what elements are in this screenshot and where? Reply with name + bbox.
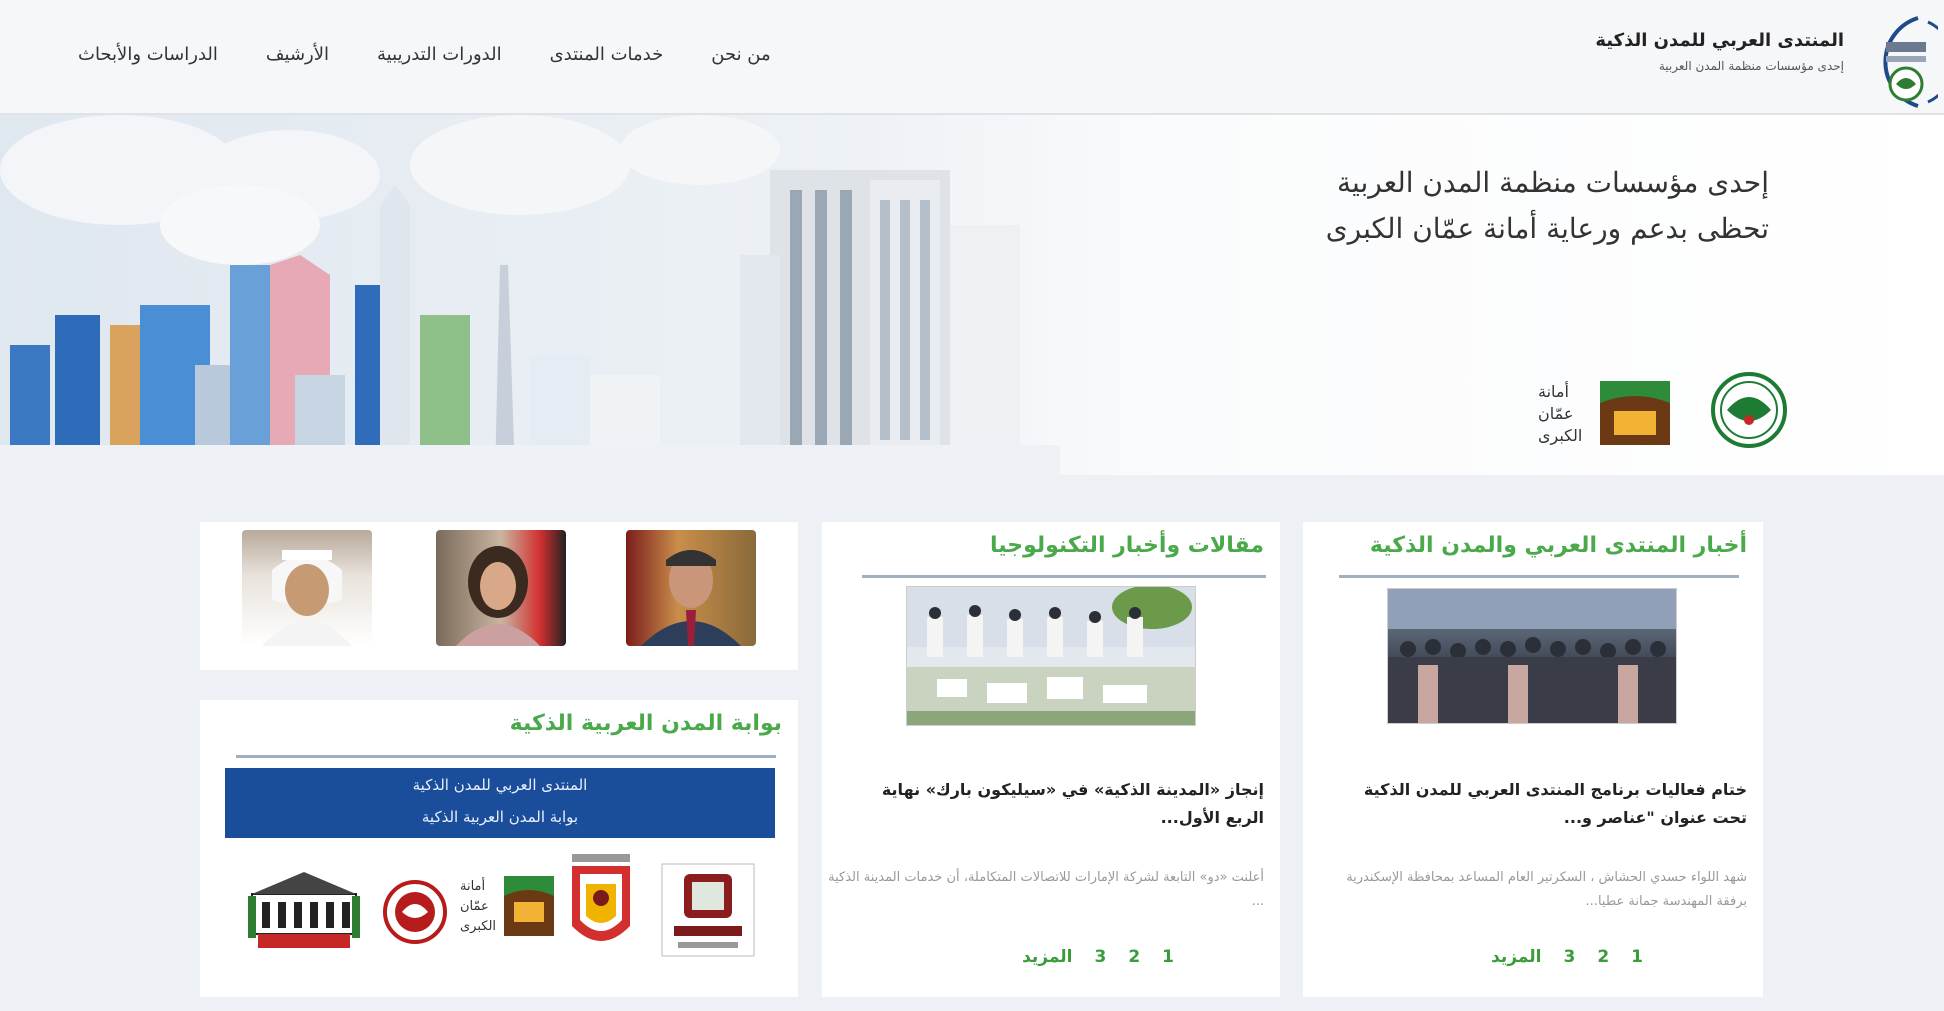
- portal-divider: [236, 755, 776, 758]
- skyline-illustration: [0, 115, 1060, 475]
- hero-banner: إحدى مؤسسات منظمة المدن العربية تحظى بدع…: [0, 115, 1944, 475]
- tech-news-panel: مقالات وأخبار التكنولوجيا إنجاز «المدينة…: [822, 522, 1280, 997]
- page-3-link[interactable]: 3: [1094, 947, 1106, 967]
- brand-block[interactable]: المنتدى العربي للمدن الذكية إحدى مؤسسات …: [1595, 30, 1844, 73]
- forum-news-headline[interactable]: ختام فعاليات برنامج المنتدى العربي للمدن…: [1327, 776, 1747, 832]
- official-photo-3[interactable]: [626, 530, 756, 646]
- brand-subtitle: إحدى مؤسسات منظمة المدن العربية: [1658, 59, 1844, 73]
- tech-news-title[interactable]: مقالات وأخبار التكنولوجيا: [990, 533, 1264, 558]
- portal-banner[interactable]: المنتدى العربي للمدن الذكية بوابة المدن …: [225, 768, 775, 838]
- officials-panel: [200, 522, 798, 670]
- portal-title[interactable]: بوابة المدن العربية الذكية: [510, 711, 782, 736]
- brand-title: المنتدى العربي للمدن الذكية: [1595, 30, 1844, 51]
- abu-dhabi-crest-logo-icon[interactable]: [382, 870, 448, 970]
- tech-news-headline[interactable]: إنجاز «المدينة الذكية» في «سيليكون بارك»…: [844, 776, 1264, 832]
- page-3-link[interactable]: 3: [1563, 947, 1575, 967]
- svg-text:عمّان: عمّان: [460, 899, 489, 914]
- heritage-building-logo-icon[interactable]: [244, 866, 364, 966]
- site-header: المنتدى العربي للمدن الذكية إحدى مؤسسات …: [0, 0, 1944, 115]
- arab-towns-org-logo-icon[interactable]: [1699, 370, 1799, 450]
- hero-tagline: إحدى مؤسسات منظمة المدن العربية تحظى بدع…: [1326, 160, 1769, 252]
- forum-news-excerpt: شهد اللواء حسدي الحشاش ، السكرتير العام …: [1346, 870, 1747, 909]
- forum-news-title[interactable]: أخبار المنتدى العربي والمدن الذكية: [1370, 533, 1747, 558]
- svg-text:عمّان: عمّان: [1538, 404, 1573, 423]
- more-link[interactable]: المزيد: [1022, 947, 1072, 967]
- svg-text:الكبرى: الكبرى: [460, 919, 496, 934]
- svg-text:الكبرى: الكبرى: [1538, 426, 1582, 446]
- nav-studies[interactable]: الدراسات والأبحاث: [78, 44, 218, 65]
- nav-services[interactable]: خدمات المنتدى: [550, 44, 664, 65]
- main-nav: من نحن خدمات المنتدى الدورات التدريبية ا…: [78, 44, 771, 65]
- forum-logo-icon[interactable]: [1858, 12, 1944, 112]
- page-2-link[interactable]: 2: [1597, 947, 1609, 967]
- amman-logo-small-icon[interactable]: أمانة عمّان الكبرى: [460, 868, 556, 968]
- amman-municipality-logo-icon[interactable]: أمانة عمّان الكبرى: [1534, 373, 1674, 453]
- tech-news-photo[interactable]: [906, 586, 1196, 726]
- portal-banner-line-2: بوابة المدن العربية الذكية: [421, 808, 579, 826]
- forum-news-photo[interactable]: [1387, 588, 1677, 724]
- more-link[interactable]: المزيد: [1491, 947, 1541, 967]
- page-2-link[interactable]: 2: [1128, 947, 1140, 967]
- forum-news-panel: أخبار المنتدى العربي والمدن الذكية ختام …: [1303, 522, 1763, 997]
- hero-line-2: تحظى بدعم ورعاية أمانة عمّان الكبرى: [1325, 212, 1769, 245]
- forum-news-divider: [1339, 575, 1739, 578]
- tech-news-divider: [862, 575, 1266, 578]
- svg-text:أمانة: أمانة: [1538, 381, 1569, 401]
- city-crest-logo-icon[interactable]: [566, 850, 636, 950]
- page-1-link[interactable]: 1: [1162, 947, 1174, 967]
- tech-news-excerpt: أعلنت «دو» التابعة لشركة الإمارات للاتصا…: [828, 870, 1264, 909]
- official-photo-2[interactable]: [436, 530, 566, 646]
- tech-news-pager: 1 2 3 المزيد: [1022, 947, 1174, 967]
- portal-banner-line-1: المنتدى العربي للمدن الذكية: [412, 776, 588, 794]
- nav-archive[interactable]: الأرشيف: [266, 44, 329, 65]
- page-1-link[interactable]: 1: [1631, 947, 1643, 967]
- nav-training[interactable]: الدورات التدريبية: [377, 44, 502, 65]
- dubai-municipality-logo-icon[interactable]: [660, 862, 756, 962]
- hero-line-1: إحدى مؤسسات منظمة المدن العربية: [1337, 166, 1769, 199]
- svg-text:أمانة: أمانة: [460, 877, 485, 894]
- forum-news-pager: 1 2 3 المزيد: [1491, 947, 1643, 967]
- nav-about[interactable]: من نحن: [711, 44, 770, 65]
- official-photo-1[interactable]: [242, 530, 372, 646]
